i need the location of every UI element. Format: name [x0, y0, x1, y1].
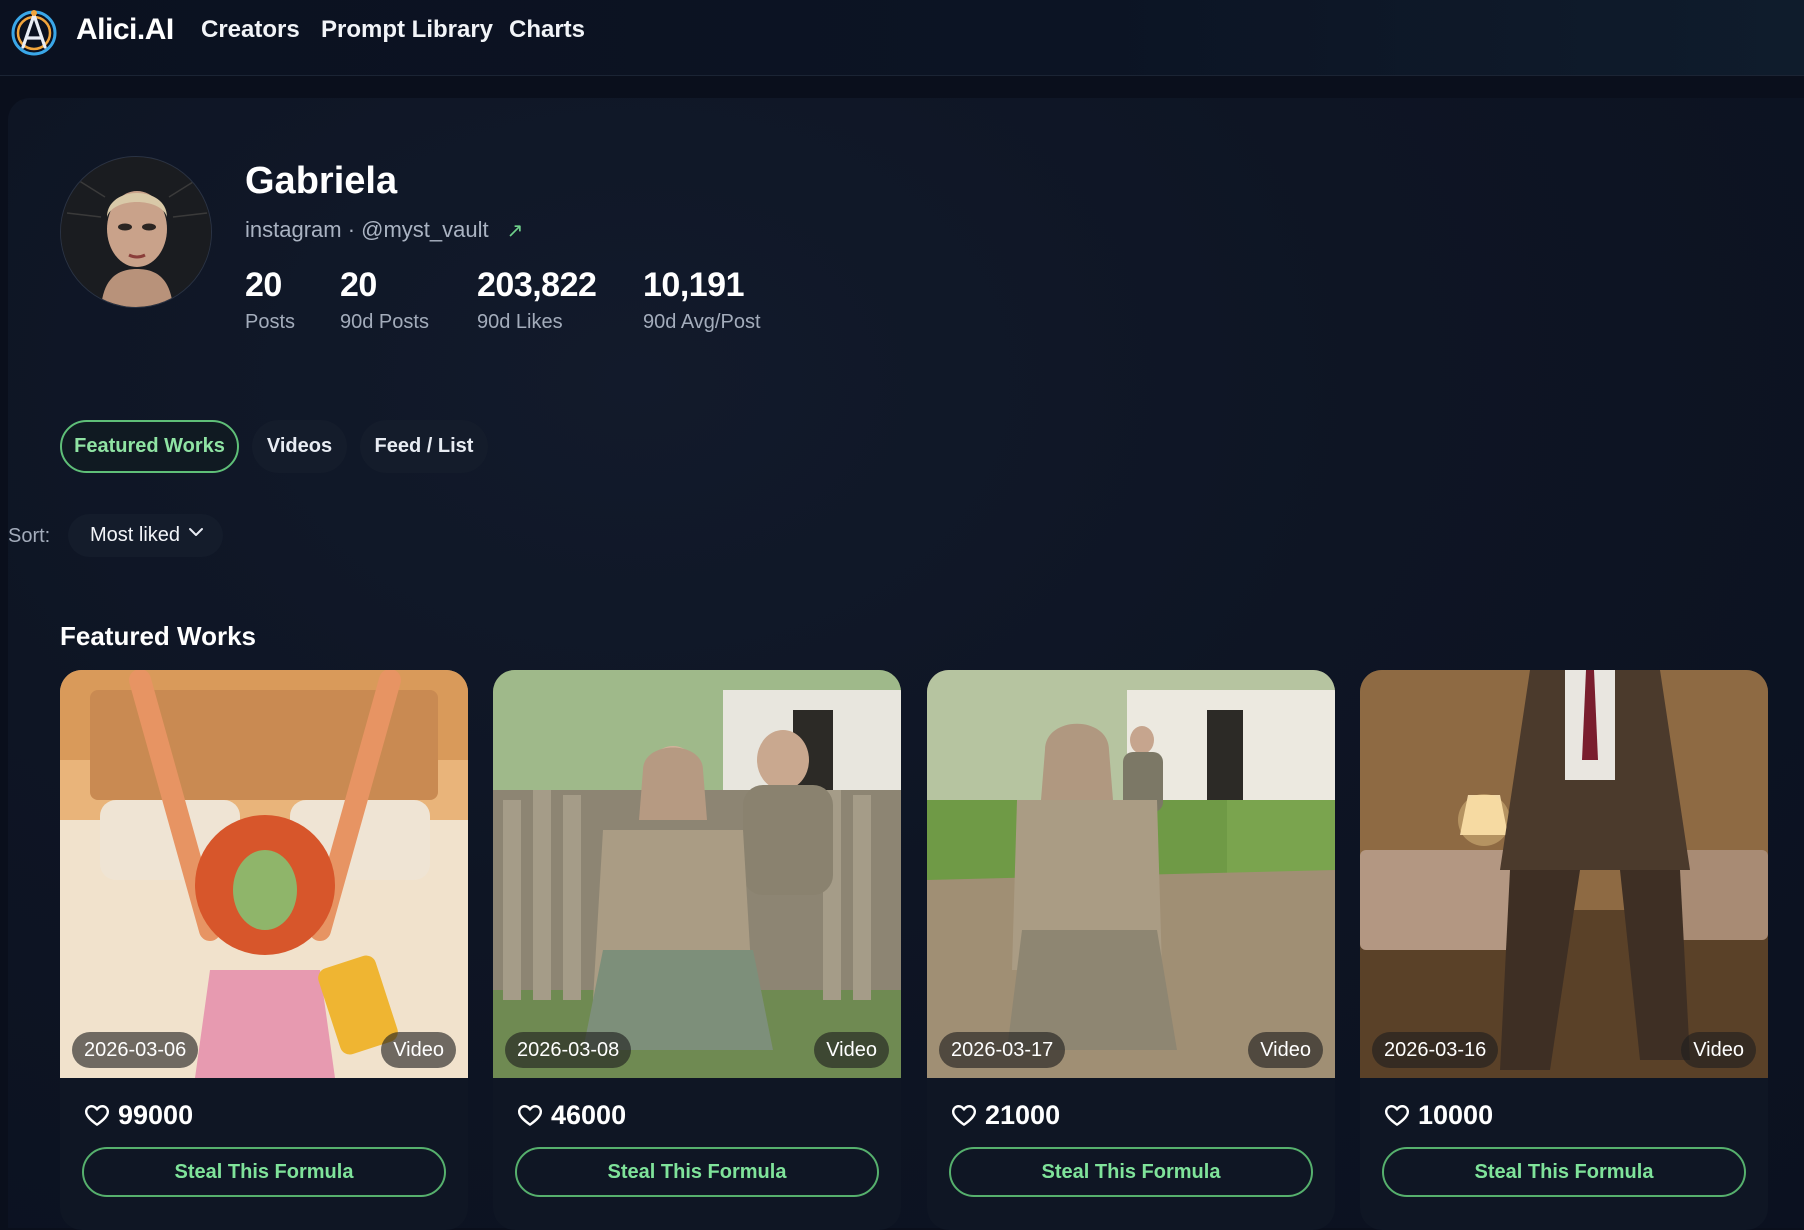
external-link-icon[interactable]: ↗: [507, 218, 524, 243]
like-count-value: 21000: [985, 1100, 1061, 1130]
steal-formula-button[interactable]: Steal This Formula: [949, 1147, 1313, 1197]
stat-label: 90d Avg/Post: [643, 311, 761, 333]
post-date-badge: 2026-03-06: [72, 1032, 199, 1068]
video-thumbnail[interactable]: 2026-03-16 Video: [1360, 670, 1768, 1078]
like-count-value: 10000: [1418, 1100, 1494, 1130]
alici-logo-icon[interactable]: [8, 5, 60, 57]
stat-90d-likes: 203,822 90d Likes: [477, 266, 597, 334]
stat-90d-posts: 20 90d Posts: [340, 266, 429, 334]
heart-icon: [951, 1104, 977, 1126]
like-count: 21000: [951, 1100, 1060, 1131]
stat-90d-avg-post: 10,191 90d Avg/Post: [643, 266, 761, 334]
nav-prompt-library[interactable]: Prompt Library: [321, 16, 493, 44]
work-card: 2026-03-16 Video 10000 Steal This Formul…: [1360, 670, 1768, 1230]
media-type-badge: Video: [814, 1032, 889, 1068]
creator-handle-text[interactable]: instagram · @myst_vault: [245, 217, 489, 243]
steal-formula-button[interactable]: Steal This Formula: [82, 1147, 446, 1197]
avatar-portrait-icon: [61, 157, 211, 307]
like-count: 10000: [1384, 1100, 1493, 1131]
top-navigation: Alici.AI Creators Prompt Library Charts: [0, 0, 1804, 76]
stat-label: 90d Likes: [477, 311, 563, 333]
stat-value: 10,191: [643, 266, 744, 304]
stat-posts: 20 Posts: [245, 266, 295, 334]
nav-creators[interactable]: Creators: [201, 16, 300, 44]
tab-featured-works[interactable]: Featured Works: [60, 420, 239, 473]
stat-value: 20: [245, 266, 282, 304]
brand-name[interactable]: Alici.AI: [76, 13, 174, 47]
bedroom-suit-dance-thumbnail-icon: [1360, 670, 1768, 1078]
stat-label: Posts: [245, 311, 296, 333]
stat-value: 203,822: [477, 266, 597, 304]
work-card: 2026-03-06 Video 99000 Steal This Formul…: [60, 670, 468, 1230]
media-type-badge: Video: [381, 1032, 456, 1068]
stat-value: 20: [340, 266, 377, 304]
post-date-badge: 2026-03-08: [505, 1032, 632, 1068]
like-count: 99000: [84, 1100, 193, 1131]
tab-videos[interactable]: Videos: [252, 420, 347, 473]
sort-value: Most liked: [90, 524, 181, 546]
like-count-value: 99000: [118, 1100, 194, 1130]
like-count-value: 46000: [551, 1100, 627, 1130]
chevron-down-icon: [189, 528, 203, 536]
steal-formula-button[interactable]: Steal This Formula: [1382, 1147, 1746, 1197]
media-type-badge: Video: [1248, 1032, 1323, 1068]
video-thumbnail[interactable]: 2026-03-08 Video: [493, 670, 901, 1078]
nav-charts[interactable]: Charts: [509, 16, 585, 44]
work-card: 2026-03-08 Video 46000 Steal This Formul…: [493, 670, 901, 1230]
video-thumbnail[interactable]: 2026-03-06 Video: [60, 670, 468, 1078]
work-card: 2026-03-17 Video 21000 Steal This Formul…: [927, 670, 1335, 1230]
steal-formula-button[interactable]: Steal This Formula: [515, 1147, 879, 1197]
village-fence-dance-thumbnail-icon: [493, 670, 901, 1078]
media-type-badge: Video: [1681, 1032, 1756, 1068]
post-date-badge: 2026-03-17: [939, 1032, 1066, 1068]
section-title: Featured Works: [60, 621, 257, 651]
heart-icon: [1384, 1104, 1410, 1126]
village-yard-dance-thumbnail-icon: [927, 670, 1335, 1078]
video-thumbnail[interactable]: 2026-03-17 Video: [927, 670, 1335, 1078]
tab-feed-list[interactable]: Feed / List: [360, 420, 488, 473]
creator-name: Gabriela: [245, 160, 398, 202]
sort-label: Sort:: [8, 525, 51, 547]
heart-icon: [84, 1104, 110, 1126]
stat-label: 90d Posts: [340, 311, 429, 333]
sort-select[interactable]: Most liked: [68, 514, 223, 557]
heart-icon: [517, 1104, 543, 1126]
bedroom-carrot-doll-thumbnail-icon: [60, 670, 468, 1078]
creator-avatar: [60, 156, 212, 308]
creator-handle: instagram · @myst_vault ↗: [245, 217, 523, 243]
like-count: 46000: [517, 1100, 626, 1131]
post-date-badge: 2026-03-16: [1372, 1032, 1499, 1068]
